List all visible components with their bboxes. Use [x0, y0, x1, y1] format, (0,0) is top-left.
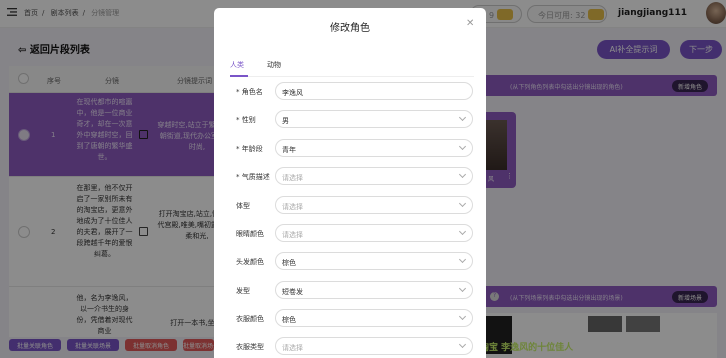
- temperament-select[interactable]: 请选择: [275, 167, 473, 185]
- gender-select[interactable]: 男: [275, 110, 473, 128]
- role-type-tabs: 人类 动物: [230, 58, 474, 77]
- field-clothes-color: 衣服颜色 棕色: [236, 309, 476, 327]
- field-body-type: 体型 请选择: [236, 196, 476, 214]
- field-temperament: * 气质描述 请选择: [236, 167, 476, 185]
- field-label: * 性别: [236, 116, 256, 124]
- select-value: 青年: [282, 146, 296, 154]
- select-value: 棕色: [282, 259, 296, 267]
- storyboard-page: 首页 / 剧本列表 / 分镜管理 ：9 今日可用: 32 jiangjiang111…: [0, 0, 726, 358]
- chevron-down-icon: [458, 227, 467, 236]
- clothes-color-select[interactable]: 棕色: [275, 309, 473, 327]
- tab-animal[interactable]: 动物: [267, 60, 281, 70]
- dialog-title: 修改角色: [330, 23, 370, 34]
- chevron-down-icon: [458, 199, 467, 208]
- select-value: 短卷发: [282, 288, 303, 296]
- field-label: 发型: [236, 287, 250, 295]
- select-placeholder: 请选择: [282, 203, 303, 211]
- field-label: 头发颜色: [236, 258, 264, 266]
- field-label: 衣服颜色: [236, 315, 264, 323]
- clothes-type-select[interactable]: 请选择: [275, 337, 473, 355]
- close-icon[interactable]: ✕: [466, 18, 474, 29]
- chevron-down-icon: [458, 284, 467, 293]
- chevron-down-icon: [458, 255, 467, 264]
- tab-indicator: [230, 75, 248, 77]
- select-placeholder: 请选择: [282, 344, 303, 352]
- chevron-down-icon: [458, 113, 467, 122]
- select-placeholder: 请选择: [282, 231, 303, 239]
- field-hair-color: 头发颜色 棕色: [236, 252, 476, 270]
- field-eye-color: 眼睛颜色 请选择: [236, 224, 476, 242]
- edit-role-dialog: 修改角色 ✕ 人类 动物 * 角色名 李逸风 * 性别 男 * 年龄段 青年 *…: [214, 8, 486, 358]
- field-clothes-type: 衣服类型 请选择: [236, 337, 476, 355]
- tab-human[interactable]: 人类: [230, 60, 244, 70]
- select-value: 棕色: [282, 316, 296, 324]
- age-select[interactable]: 青年: [275, 139, 473, 157]
- field-label: * 气质描述: [236, 173, 270, 181]
- field-hairstyle: 发型 短卷发: [236, 281, 476, 299]
- select-value: 男: [282, 117, 289, 125]
- field-role-name: * 角色名 李逸风: [236, 82, 476, 100]
- field-age: * 年龄段 青年: [236, 139, 476, 157]
- body-type-select[interactable]: 请选择: [275, 196, 473, 214]
- field-label: 眼睛颜色: [236, 230, 264, 238]
- hair-color-select[interactable]: 棕色: [275, 252, 473, 270]
- select-placeholder: 请选择: [282, 174, 303, 182]
- field-label: * 角色名: [236, 88, 263, 96]
- chevron-down-icon: [458, 312, 467, 321]
- chevron-down-icon: [458, 170, 467, 179]
- chevron-down-icon: [458, 340, 467, 349]
- field-label: 体型: [236, 202, 250, 210]
- hairstyle-select[interactable]: 短卷发: [275, 281, 473, 299]
- field-gender: * 性别 男: [236, 110, 476, 128]
- chevron-down-icon: [458, 142, 467, 151]
- field-label: 衣服类型: [236, 343, 264, 351]
- role-name-input[interactable]: 李逸风: [275, 82, 473, 100]
- field-label: * 年龄段: [236, 145, 263, 153]
- eye-color-select[interactable]: 请选择: [275, 224, 473, 242]
